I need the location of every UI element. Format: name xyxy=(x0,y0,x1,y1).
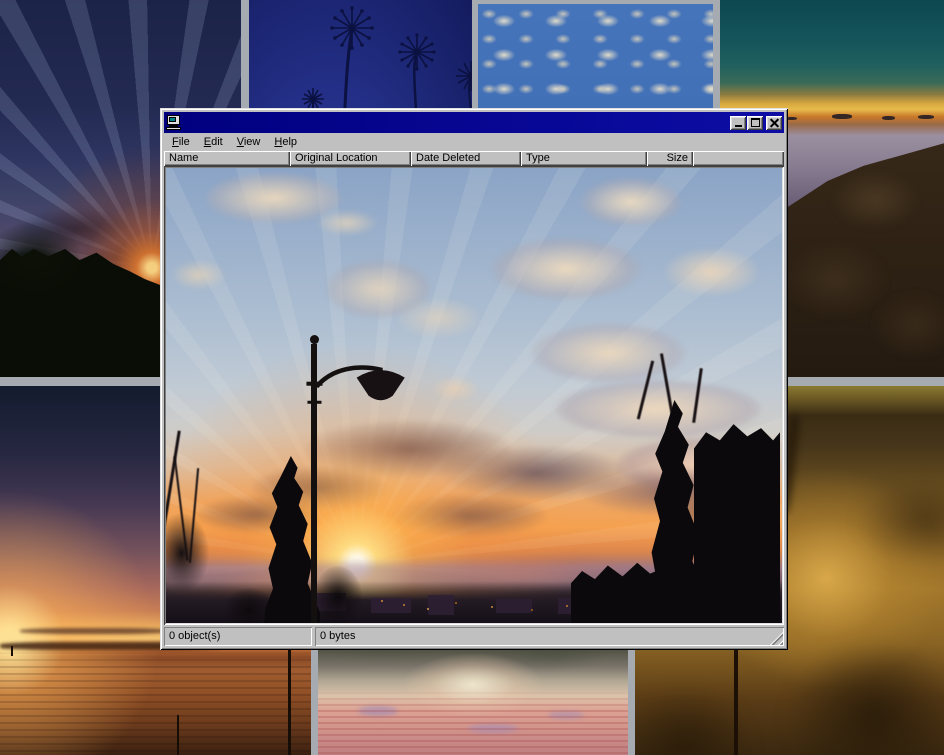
desktop: FileEditViewHelp NameOriginal LocationDa… xyxy=(0,0,944,755)
decorative-shape xyxy=(830,170,920,230)
menu-item[interactable]: File xyxy=(165,134,197,150)
decorative-shape xyxy=(832,114,852,119)
column-header[interactable]: Date Deleted xyxy=(411,151,521,166)
computer-icon xyxy=(166,115,182,131)
column-header-row: NameOriginal LocationDate DeletedTypeSiz… xyxy=(164,151,784,166)
status-size-text: 0 bytes xyxy=(320,630,355,642)
column-header[interactable]: Size xyxy=(647,151,693,166)
recycle-bin-window: FileEditViewHelp NameOriginal LocationDa… xyxy=(160,108,788,650)
column-header-filler xyxy=(693,151,784,166)
minimize-icon xyxy=(735,125,742,127)
resize-grip[interactable] xyxy=(770,632,783,645)
column-header[interactable]: Original Location xyxy=(290,151,411,166)
water-pole xyxy=(177,715,179,755)
status-total-size: 0 bytes xyxy=(315,627,784,646)
decorative-shape xyxy=(918,115,934,119)
close-icon xyxy=(770,118,779,127)
file-list-area[interactable] xyxy=(164,166,784,625)
water-pole xyxy=(288,645,291,755)
maximize-button[interactable] xyxy=(747,116,763,130)
title-bar[interactable] xyxy=(164,112,784,133)
close-button[interactable] xyxy=(766,116,782,130)
decorative-shape xyxy=(882,116,895,120)
maximize-icon xyxy=(751,118,760,127)
status-object-count: 0 object(s) xyxy=(164,627,312,646)
tree-mass-right xyxy=(694,420,780,623)
menu-item[interactable]: Edit xyxy=(197,134,230,150)
decorative-shape xyxy=(780,240,890,320)
minimize-button[interactable] xyxy=(730,116,746,130)
background-photo-sunset-streetlamp xyxy=(166,168,782,623)
menu-item[interactable]: View xyxy=(230,134,268,150)
column-header[interactable]: Name xyxy=(164,151,290,166)
water-pole xyxy=(11,646,13,656)
menu-bar: FileEditViewHelp xyxy=(164,133,784,151)
menu-item[interactable]: Help xyxy=(267,134,304,150)
status-bar: 0 object(s) 0 bytes xyxy=(164,627,784,646)
column-header[interactable]: Type xyxy=(521,151,647,166)
